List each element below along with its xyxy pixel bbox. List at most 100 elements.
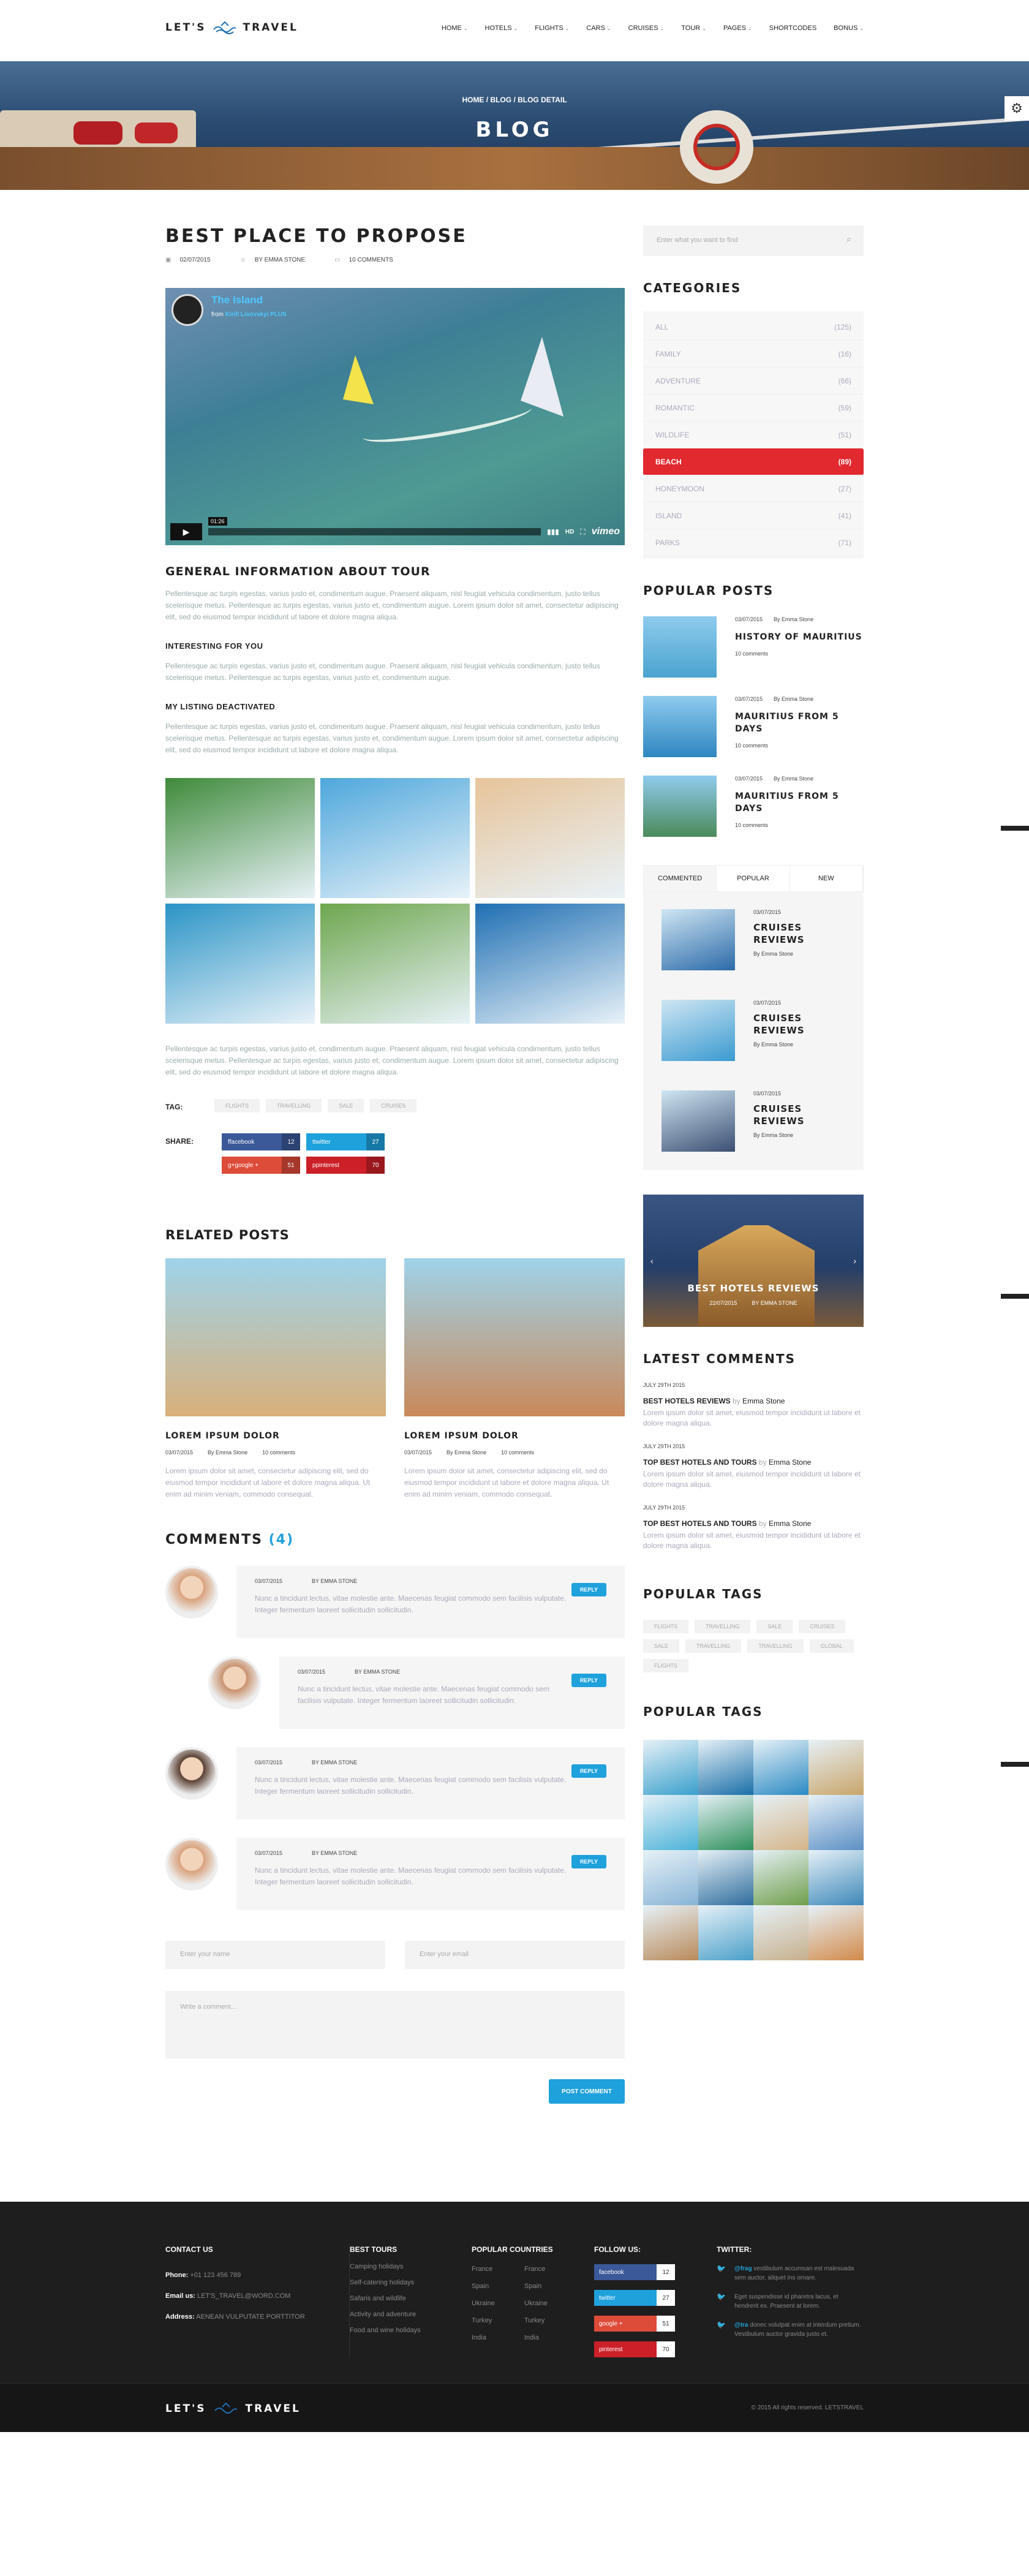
tab-new[interactable]: NEW <box>790 866 863 891</box>
latest-title[interactable]: TOP BEST HOTELS AND TOURS by Emma Stone <box>643 1519 864 1528</box>
email-input[interactable]: Enter your email <box>405 1941 625 1969</box>
popular-tag[interactable]: GLOBAL <box>809 1639 854 1653</box>
slider-prev-icon[interactable]: ‹ <box>650 1256 654 1266</box>
grid-photo[interactable] <box>809 1740 864 1795</box>
menu-item-tour[interactable]: TOUR ⌄ <box>681 25 706 32</box>
category-wildlife[interactable]: WILDLIFE (51) <box>643 421 864 448</box>
grid-photo[interactable] <box>698 1795 753 1850</box>
popular-author[interactable]: By Emma Stone <box>774 776 813 782</box>
popular-title[interactable]: MAURITIUS FROM 5 DAYS <box>735 790 864 815</box>
country-link[interactable]: Turkey <box>524 2317 577 2324</box>
tab-commented[interactable]: COMMENTED <box>644 866 717 891</box>
latest-author[interactable]: Emma Stone <box>742 1397 785 1405</box>
comment-author[interactable]: BY EMMA STONE <box>312 1578 357 1584</box>
tour-link[interactable]: Activity and adventure <box>350 2311 472 2318</box>
avatar[interactable] <box>208 1656 261 1709</box>
tour-link[interactable]: Safaris and wildlife <box>350 2295 472 2302</box>
latest-author[interactable]: Emma Stone <box>769 1458 811 1467</box>
popular-tag[interactable]: CRUISES <box>799 1620 846 1633</box>
grid-photo[interactable] <box>809 1850 864 1905</box>
gallery-image[interactable] <box>475 778 625 898</box>
related-image[interactable] <box>165 1258 386 1416</box>
grid-photo[interactable] <box>753 1740 809 1795</box>
follow-facebook-button[interactable]: facebook 12 <box>594 2264 675 2280</box>
tag-item[interactable]: SALE <box>328 1099 364 1112</box>
popular-title[interactable]: MAURITIUS FROM 5 DAYS <box>735 711 864 735</box>
search-input[interactable]: Enter what you want to find ⌕ <box>643 225 864 256</box>
category-island[interactable]: ISLAND (41) <box>643 502 864 529</box>
related-image[interactable] <box>404 1258 625 1416</box>
country-link[interactable]: Ukraine <box>472 2300 524 2307</box>
country-link[interactable]: France <box>472 2265 524 2273</box>
grid-photo[interactable] <box>698 1850 753 1905</box>
grid-photo[interactable] <box>753 1850 809 1905</box>
popular-comments[interactable]: 10 comments <box>735 822 864 828</box>
vimeo-logo[interactable]: vimeo <box>592 526 620 537</box>
tag-item[interactable]: CRUISES <box>370 1099 417 1112</box>
tab-item-author[interactable]: By Emma Stone <box>753 1041 845 1048</box>
tab-item-author[interactable]: By Emma Stone <box>753 951 845 957</box>
grid-photo[interactable] <box>753 1905 809 1960</box>
grid-photo[interactable] <box>643 1740 698 1795</box>
follow-twitter-button[interactable]: twitter 27 <box>594 2290 675 2306</box>
category-romantic[interactable]: ROMANTIC (59) <box>643 395 864 421</box>
reply-button[interactable]: REPLY <box>571 1855 606 1868</box>
latest-title[interactable]: TOP BEST HOTELS AND TOURS by Emma Stone <box>643 1458 864 1467</box>
tour-link[interactable]: Food and wine holidays <box>350 2327 472 2334</box>
name-input[interactable]: Enter your name <box>165 1941 385 1969</box>
grid-photo[interactable] <box>753 1795 809 1850</box>
footer-logo[interactable]: LET'S TRAVEL <box>165 2402 301 2415</box>
country-link[interactable]: India <box>524 2334 577 2341</box>
comment-textarea[interactable]: Write a comment... <box>165 1991 625 2058</box>
popular-comments[interactable]: 10 comments <box>735 651 864 657</box>
category-adventure[interactable]: ADVENTURE (66) <box>643 368 864 395</box>
grid-photo[interactable] <box>643 1795 698 1850</box>
avatar[interactable] <box>165 1747 218 1800</box>
latest-author[interactable]: Emma Stone <box>769 1519 811 1528</box>
related-title[interactable]: LOREM IPSUM DOLOR <box>165 1431 386 1441</box>
tab-item-author[interactable]: By Emma Stone <box>753 1132 845 1138</box>
country-link[interactable]: Ukraine <box>524 2300 577 2307</box>
country-link[interactable]: Spain <box>472 2283 524 2290</box>
menu-item-shortcodes[interactable]: SHORTCODES <box>769 25 816 32</box>
comment-author[interactable]: BY EMMA STONE <box>312 1759 357 1766</box>
gallery-image[interactable] <box>165 904 315 1024</box>
country-link[interactable]: Spain <box>524 2283 577 2290</box>
slider-title[interactable]: BEST HOTELS REVIEWS <box>643 1283 864 1294</box>
popular-author[interactable]: By Emma Stone <box>774 696 813 702</box>
tag-item[interactable]: FLIGHTS <box>214 1099 260 1112</box>
gallery-image[interactable] <box>165 778 315 898</box>
hd-icon[interactable]: HD <box>565 529 574 535</box>
menu-item-flights[interactable]: FLIGHTS ⌄ <box>535 25 569 32</box>
menu-item-cruises[interactable]: CRUISES ⌄ <box>628 25 665 32</box>
post-author[interactable]: BY EMMA STONE <box>255 257 305 263</box>
gallery-image[interactable] <box>320 778 470 898</box>
tab-item-image[interactable] <box>662 1090 735 1152</box>
share-google-button[interactable]: g+ google + 51 <box>222 1157 300 1174</box>
related-author[interactable]: By Emma Stone <box>208 1449 247 1456</box>
country-link[interactable]: Turkey <box>472 2317 524 2324</box>
menu-item-home[interactable]: HOME ⌄ <box>442 25 468 32</box>
category-honeymoon[interactable]: HONEYMOON (27) <box>643 475 864 502</box>
grid-photo[interactable] <box>643 1905 698 1960</box>
related-comments[interactable]: 10 comments <box>262 1449 295 1456</box>
related-title[interactable]: LOREM IPSUM DOLOR <box>404 1431 625 1441</box>
tweet-handle[interactable]: @tra <box>734 2322 748 2329</box>
slider-next-icon[interactable]: › <box>853 1256 856 1266</box>
avatar[interactable] <box>165 1566 218 1618</box>
popular-tag[interactable]: TRAVELLING <box>695 1620 751 1633</box>
post-comments[interactable]: 10 COMMENTS <box>349 257 393 263</box>
category-family[interactable]: FAMILY (16) <box>643 341 864 368</box>
popular-tag[interactable]: FLIGHTS <box>643 1620 689 1633</box>
tab-item-title[interactable]: CRUISES REVIEWS <box>753 1103 845 1127</box>
tab-item-title[interactable]: CRUISES REVIEWS <box>753 921 845 946</box>
popular-tag[interactable]: FLIGHTS <box>643 1659 689 1672</box>
tour-link[interactable]: Camping holidays <box>350 2263 472 2270</box>
share-twitter-button[interactable]: t twitter 27 <box>306 1133 385 1150</box>
follow-pinterest-button[interactable]: pinterest 70 <box>594 2341 675 2357</box>
share-pinterest-button[interactable]: p pinterest 70 <box>306 1157 385 1174</box>
popular-title[interactable]: HISTORY OF MAURITIUS <box>735 631 864 643</box>
logo[interactable]: LET'S TRAVEL <box>165 21 298 34</box>
popular-author[interactable]: By Emma Stone <box>774 616 813 622</box>
hotel-slider[interactable]: ‹ › BEST HOTELS REVIEWS 22/07/2015 BY EMM… <box>643 1195 864 1327</box>
